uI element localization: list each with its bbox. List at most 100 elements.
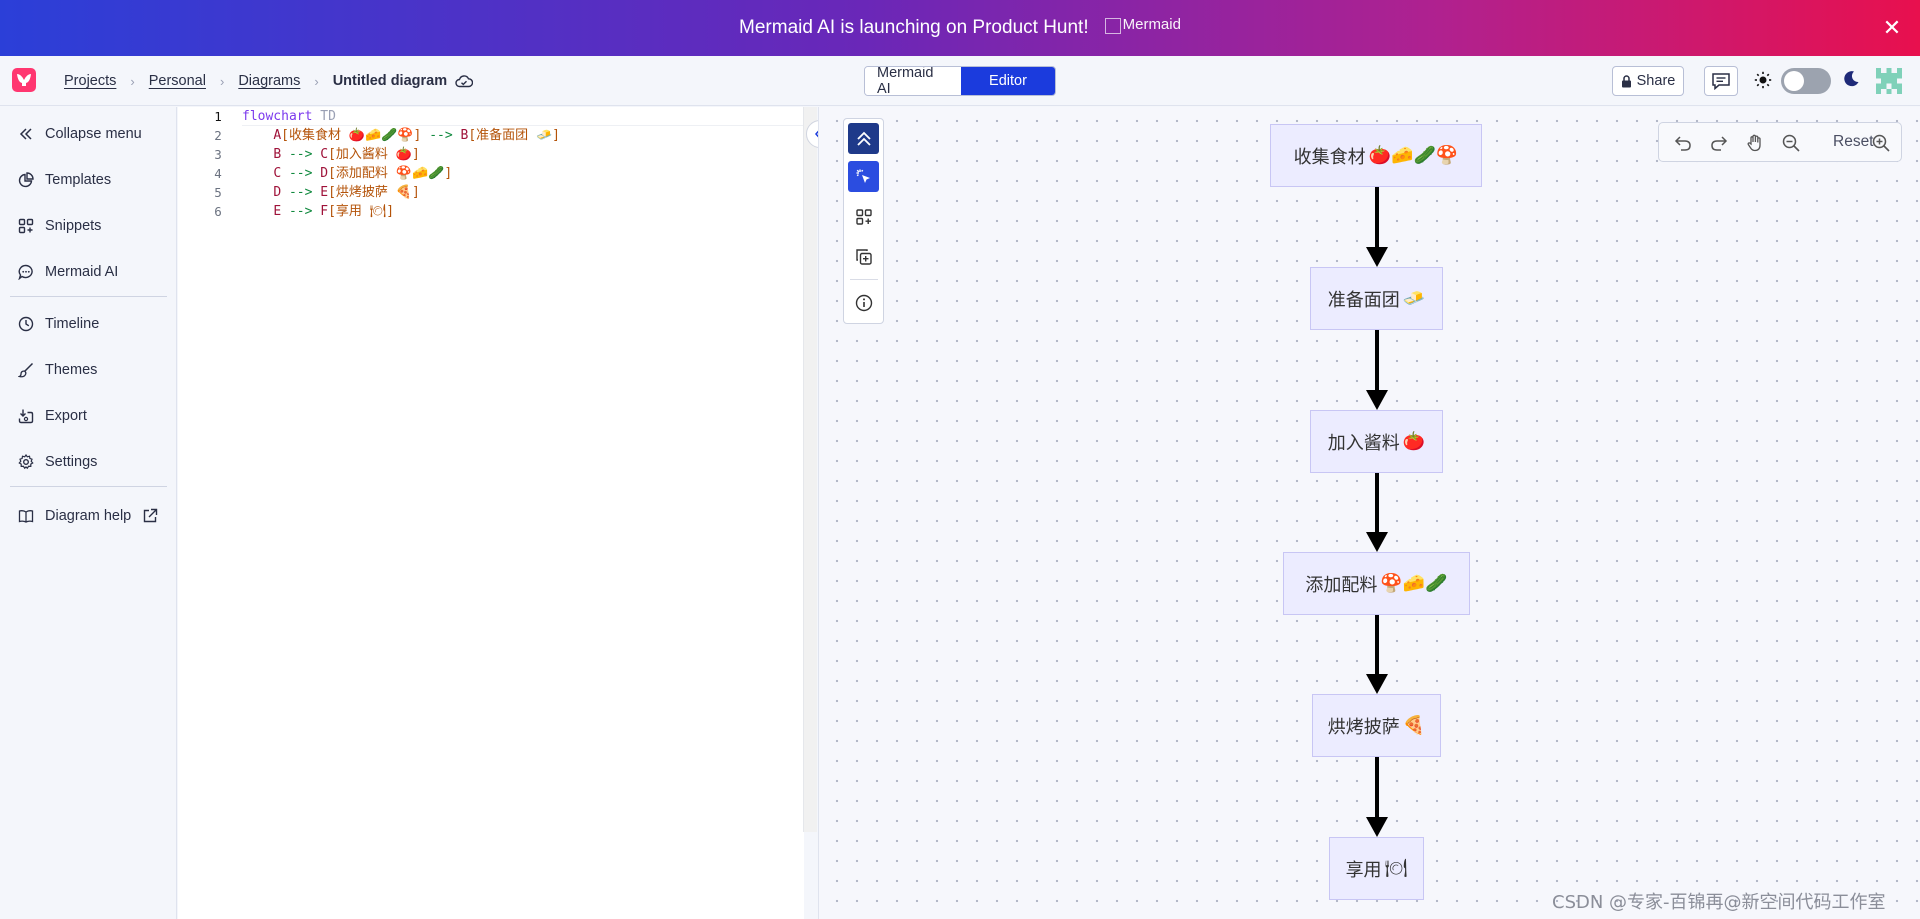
sidebar-divider: [10, 296, 167, 297]
editor-tab[interactable]: Editor: [961, 67, 1055, 95]
code-line[interactable]: B --> C[加入酱料 🍅]: [242, 145, 420, 164]
code-line[interactable]: flowchart TD: [242, 107, 804, 126]
toolbar-divider: [850, 279, 878, 280]
code-node-text: [准备面团 🧈]: [468, 128, 561, 143]
chat-bubble-icon: [18, 264, 33, 280]
sidebar-item-label: Snippets: [45, 218, 102, 234]
code-line[interactable]: D --> E[烘烤披萨 🍕]: [242, 183, 420, 202]
editor-scrollbar[interactable]: [803, 107, 817, 832]
node-label: 添加配料: [1305, 574, 1378, 596]
sidebar-item-mermaid-ai[interactable]: Mermaid AI: [18, 258, 118, 286]
broken-image-icon: [1104, 18, 1121, 34]
code-node-id: D: [273, 185, 282, 200]
info-tool[interactable]: [848, 287, 879, 318]
reset-zoom-button[interactable]: Reset: [1833, 133, 1874, 151]
lock-icon: [1621, 74, 1631, 87]
code-node-id: F: [320, 204, 329, 219]
code-node-id: A: [273, 128, 282, 143]
sidebar-item-label: Mermaid AI: [45, 264, 119, 280]
code-line[interactable]: C --> D[添加配料 🍄🧀🥒]: [242, 164, 452, 183]
clock-icon: [18, 316, 34, 332]
line-number: 2: [214, 128, 222, 143]
code-editor[interactable]: 1 2 3 4 5 6 flowchart TD A[收集食材 🍅🧀🥒🍄] --…: [178, 107, 804, 919]
breadcrumb-diagrams[interactable]: Diagrams: [238, 73, 300, 89]
line-number: 4: [214, 166, 222, 181]
comment-button[interactable]: [1704, 66, 1738, 96]
sidebar-item-diagram-help[interactable]: Diagram help: [18, 502, 158, 530]
hand-icon[interactable]: [1743, 131, 1767, 155]
flowchart-node-f[interactable]: 享用 🍽: [1329, 837, 1424, 900]
flowchart-node-a[interactable]: 收集食材 🍅🧀🥒🍄: [1270, 124, 1482, 187]
flowchart-node-d[interactable]: 添加配料 🍄🧀🥒: [1283, 552, 1470, 615]
line-number: 1: [214, 109, 222, 124]
zoom-controls: Reset: [1658, 122, 1902, 162]
sidebar-item-timeline[interactable]: Timeline: [18, 310, 99, 338]
code-node-id: E: [273, 204, 282, 219]
redo-icon[interactable]: [1707, 131, 1731, 155]
mode-toggle: Mermaid AI Editor: [864, 66, 1056, 96]
sidebar-item-label: Templates: [45, 172, 112, 188]
code-line[interactable]: A[收集食材 🍅🧀🥒🍄] --> B[准备面团 🧈]: [242, 126, 560, 145]
code-line[interactable]: E --> F[享用 🍽]: [242, 202, 394, 221]
cursor-click-icon: [856, 169, 870, 183]
breadcrumb-projects[interactable]: Projects: [64, 73, 116, 89]
close-banner-icon[interactable]: ✕: [1878, 14, 1906, 42]
code-node-text: [烘烤披萨 🍕]: [328, 185, 420, 200]
user-avatar[interactable]: [1876, 68, 1902, 94]
arrowhead: [1366, 247, 1388, 267]
mermaid-ai-tab[interactable]: Mermaid AI: [865, 67, 961, 95]
code-direction: TD: [320, 109, 336, 124]
double-chevron-left-icon: [19, 128, 32, 140]
sidebar-item-label: Export: [45, 408, 87, 424]
gear-icon: [18, 454, 34, 470]
pan-up-tool[interactable]: [848, 123, 879, 154]
theme-toggle-switch[interactable]: [1781, 68, 1831, 94]
flowchart-edge: [1375, 757, 1379, 817]
share-button[interactable]: Share: [1612, 66, 1684, 96]
zoom-out-icon[interactable]: [1779, 131, 1803, 155]
banner-text[interactable]: Mermaid AI is launching on Product Hunt!: [739, 17, 1089, 39]
code-node-id: E: [320, 185, 329, 200]
select-tool[interactable]: [848, 161, 879, 192]
sidebar-item-label: Settings: [45, 454, 98, 470]
share-label: Share: [1636, 73, 1676, 89]
csdn-watermark: CSDN @专家-百锦再@新空间代码工作室: [1552, 892, 1886, 913]
code-arrow: -->: [281, 166, 321, 181]
toggle-knob: [1784, 71, 1804, 91]
code-node-id: C: [320, 147, 329, 162]
sidebar-item-export[interactable]: Export: [18, 402, 87, 430]
pie-chart-icon: [18, 172, 34, 188]
diagram-title[interactable]: Untitled diagram: [333, 73, 447, 89]
line-number-gutter: 1 2 3 4 5 6: [178, 107, 242, 219]
flowchart-node-c[interactable]: 加入酱料 🍅: [1310, 410, 1443, 473]
node-emoji: 🍅🧀🥒🍄: [1368, 145, 1459, 166]
flowchart-node-e[interactable]: 烘烤披萨 🍕: [1312, 694, 1441, 757]
line-number: 5: [214, 185, 222, 200]
sidebar-item-settings[interactable]: Settings: [18, 448, 97, 476]
breadcrumb-separator: ›: [130, 73, 135, 89]
code-arrow: -->: [281, 204, 321, 219]
moon-icon: [1842, 70, 1860, 91]
undo-icon[interactable]: [1671, 131, 1695, 155]
product-hunt-image-alt: Mermaid: [1122, 16, 1181, 33]
mermaid-logo-icon[interactable]: [12, 68, 36, 92]
node-label: 收集食材: [1293, 146, 1366, 168]
duplicate-tool[interactable]: [848, 241, 879, 272]
canvas-toolbar: [843, 118, 884, 324]
book-icon: [18, 510, 34, 523]
node-emoji: 🍄🧀🥒: [1380, 573, 1448, 594]
sidebar-item-themes[interactable]: Themes: [18, 356, 97, 384]
sidebar-item-collapse-menu[interactable]: Collapse menu: [18, 120, 142, 148]
sidebar-item-templates[interactable]: Templates: [18, 166, 111, 194]
diagram-canvas[interactable]: [818, 107, 1920, 919]
snippets-icon: [18, 218, 34, 234]
flowchart-node-b[interactable]: 准备面团 🧈: [1310, 267, 1443, 330]
code-node-text: [加入酱料 🍅]: [328, 147, 420, 162]
add-shape-tool[interactable]: [848, 201, 879, 232]
zoom-in-icon[interactable]: [1869, 131, 1893, 155]
sidebar: Collapse menu Templates Snippets Mermaid…: [0, 107, 177, 919]
sidebar-item-snippets[interactable]: Snippets: [18, 212, 101, 240]
node-emoji: 🍽: [1384, 858, 1408, 879]
breadcrumb-personal[interactable]: Personal: [149, 73, 206, 89]
sidebar-divider: [10, 486, 167, 487]
